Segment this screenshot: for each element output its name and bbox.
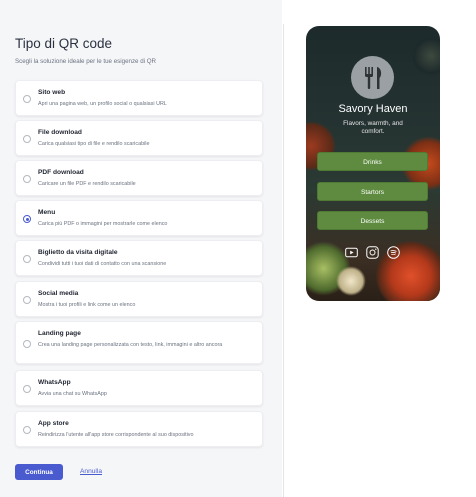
option-description: Crea una landing page personalizzata con…	[38, 342, 223, 348]
social-links	[345, 246, 405, 260]
menu-button-desserts[interactable]: Dessets	[317, 211, 428, 230]
menu-button-drinks[interactable]: Drinks	[317, 152, 428, 171]
youtube-icon[interactable]	[345, 246, 358, 259]
option-sito-web[interactable]: Sito web Apri una pagina web, un profilo…	[15, 80, 263, 116]
spotify-icon[interactable]	[387, 246, 400, 259]
menu-button-starters[interactable]: Startors	[317, 182, 428, 201]
option-description: Apri una pagina web, un profilo social o…	[38, 101, 167, 107]
option-title: Menu	[38, 209, 56, 216]
radio-button[interactable]	[23, 255, 31, 263]
radio-button[interactable]	[23, 296, 31, 304]
instagram-icon[interactable]	[366, 246, 379, 259]
radio-button[interactable]	[23, 95, 31, 103]
phone-preview: Savory Haven Flavors, warmth, and comfor…	[306, 26, 440, 301]
brand-tagline: Flavors, warmth, and comfort.	[343, 120, 403, 135]
option-title: App store	[38, 420, 69, 427]
option-description: Mostra i tuoi profili e link come un ele…	[38, 302, 136, 308]
page-title: Tipo di QR code	[15, 36, 113, 51]
option-landing-page[interactable]: Landing page Crea una landing page perso…	[15, 321, 263, 364]
option-description: Condividi tutti i tuoi dati di contatto …	[38, 261, 167, 267]
option-file-download[interactable]: File download Carica qualsiasi tipo di f…	[15, 120, 263, 156]
option-description: Carica più PDF o immagini per mostrarle …	[38, 221, 168, 227]
option-description: Caricare un file PDF e rendilo scaricabi…	[38, 181, 136, 187]
option-whatsapp[interactable]: WhatsApp Avvia una chat su WhatsApp	[15, 370, 263, 406]
radio-button-selected[interactable]	[23, 215, 31, 223]
continue-button[interactable]: Continua	[15, 464, 63, 480]
food-image	[411, 36, 440, 76]
option-app-store[interactable]: App store Reindirizza l'utente all'app s…	[15, 411, 263, 447]
option-title: Social media	[38, 290, 79, 297]
radio-button[interactable]	[23, 175, 31, 183]
brand-name: Savory Haven	[338, 103, 408, 115]
option-menu[interactable]: Menu Carica più PDF o immagini per mostr…	[15, 200, 263, 236]
qr-type-panel: Tipo di QR code Scegli la soluzione idea…	[0, 0, 282, 497]
radio-button[interactable]	[23, 426, 31, 434]
option-biglietto-da-visita[interactable]: Biglietto da visita digitale Condividi t…	[15, 240, 263, 276]
preview-panel: Savory Haven Flavors, warmth, and comfor…	[284, 0, 476, 497]
option-title: Biglietto da visita digitale	[38, 249, 118, 256]
option-title: Sito web	[38, 89, 66, 96]
radio-button[interactable]	[23, 385, 31, 393]
radio-button[interactable]	[23, 135, 31, 143]
option-description: Carica qualsiasi tipo di file e rendilo …	[38, 141, 150, 147]
option-pdf-download[interactable]: PDF download Caricare un file PDF e rend…	[15, 160, 263, 196]
cancel-link[interactable]: Annulla	[80, 468, 102, 475]
food-image	[336, 266, 366, 296]
option-title: WhatsApp	[38, 379, 71, 386]
option-description: Reindirizza l'utente all'app store corri…	[38, 432, 194, 438]
option-title: File download	[38, 129, 82, 136]
option-title: Landing page	[38, 330, 81, 337]
page-subtitle: Scegli la soluzione ideale per le tue es…	[15, 58, 157, 65]
option-social-media[interactable]: Social media Mostra i tuoi profili e lin…	[15, 281, 263, 317]
radio-button[interactable]	[23, 340, 31, 348]
option-description: Avvia una chat su WhatsApp	[38, 391, 107, 397]
option-title: PDF download	[38, 169, 84, 176]
fork-knife-icon	[351, 56, 394, 99]
